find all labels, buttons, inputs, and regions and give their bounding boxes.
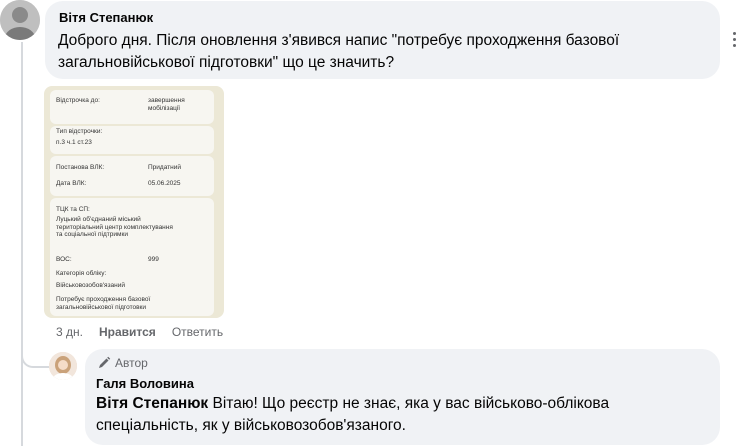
field-label: ТЦК та СП: (56, 206, 90, 213)
more-dots-icon[interactable] (733, 32, 737, 50)
attachment-card (50, 156, 214, 196)
field-value: Військовозобов'язаний (56, 282, 126, 289)
author-badge-label: Автор (115, 356, 148, 370)
field-label: Постанова ВЛК: (56, 164, 105, 171)
reply-author[interactable]: Галя Воловина (96, 376, 194, 391)
reply-connector (21, 330, 51, 368)
reply-avatar[interactable] (49, 352, 77, 380)
reply-button[interactable]: Ответить (172, 325, 223, 339)
mention-link[interactable]: Вітя Степанюк (96, 395, 208, 412)
field-value: Луцький об'єднаний міський територіальни… (56, 216, 173, 238)
field-label: Дата ВЛК: (56, 180, 87, 187)
field-label: Тип відстрочки: (56, 128, 103, 135)
field-value: завершення мобілізації (148, 97, 185, 112)
field-value: Потребує проходження базової загальновій… (56, 296, 151, 311)
like-button[interactable]: Нравится (99, 325, 156, 339)
field-value: п.3 ч.1 ст.23 (56, 139, 92, 146)
field-label: ВОС: (56, 256, 72, 263)
field-label: Відстрочка до: (56, 97, 100, 104)
pen-icon (99, 356, 111, 368)
comment-bubble: Вітя Степанюк Доброго дня. Після оновлен… (45, 1, 720, 79)
comment-author[interactable]: Вітя Степанюк (59, 10, 153, 25)
author-badge: Автор (97, 356, 148, 370)
field-value: 999 (148, 256, 159, 263)
thread-line (21, 42, 23, 446)
comment-text: Доброго дня. Після оновлення з'явився на… (58, 32, 620, 71)
field-label: Категорія обліку: (56, 270, 107, 277)
attachment-card (50, 90, 214, 124)
comment-actions: 3 дн. Нравится Ответить (56, 325, 223, 339)
avatar[interactable] (0, 0, 40, 40)
attachment-image[interactable]: Відстрочка до: завершення мобілізації Ти… (44, 86, 224, 318)
comment-time[interactable]: 3 дн. (56, 325, 83, 339)
field-value: 05.06.2025 (148, 180, 181, 187)
reply-bubble: Автор Галя Воловина Вітя Степанюк Вітаю!… (85, 349, 720, 445)
reply-text: Вітя Степанюк Вітаю! Що реєстр не знає, … (96, 393, 696, 437)
field-value: Придатний (148, 164, 182, 171)
